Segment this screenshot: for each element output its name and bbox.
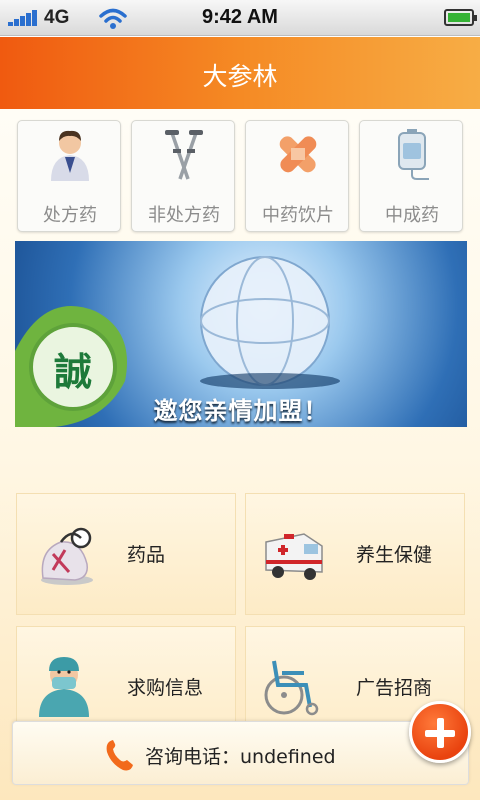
menu-label: 药品: [127, 544, 166, 566]
add-button[interactable]: [409, 701, 471, 763]
iv-bag-icon: [398, 129, 429, 180]
category-label: 处方药: [43, 205, 97, 226]
bandage-icon: [279, 136, 317, 173]
category-label: 中成药: [385, 205, 439, 226]
category-prescription[interactable]: 处方药: [17, 120, 121, 232]
menu-label: 养生保健: [356, 544, 433, 566]
menu-label: 广告招商: [356, 677, 433, 699]
medicine-bag-icon: [41, 527, 93, 585]
battery-icon: [444, 9, 477, 26]
status-bar: 4G 9:42 AM: [0, 0, 480, 36]
crutches-icon: [165, 130, 203, 180]
status-time: 9:42 AM: [202, 6, 278, 28]
menu-card-medicine[interactable]: 药品: [16, 493, 236, 615]
wheelchair-icon: [264, 660, 319, 716]
menu-card-health[interactable]: 养生保健: [245, 493, 465, 615]
doctor-icon: [51, 130, 89, 181]
banner-text: 邀您亲情加盟！: [153, 397, 329, 425]
phone-icon: [106, 740, 133, 771]
surgeon-icon: [39, 657, 89, 717]
category-herbal-slices[interactable]: 中药饮片: [245, 120, 349, 232]
category-otc[interactable]: 非处方药: [131, 120, 235, 232]
promo-banner[interactable]: 誠 邀您亲情加盟！: [15, 241, 467, 427]
ambulance-icon: [265, 533, 323, 580]
category-patent-medicine[interactable]: 中成药: [359, 120, 463, 232]
category-label: 中药饮片: [262, 205, 334, 226]
main-content: 处方药 非处方药 中药饮片 中成药 誠 邀您亲情加盟！ 药品 养生保健 求购信息…: [0, 109, 480, 800]
consult-phone-label: 咨询电话：undefined: [145, 746, 336, 768]
menu-label: 求购信息: [127, 677, 204, 699]
page-title: 大参林: [202, 62, 278, 91]
banner-emblem: 誠: [53, 349, 92, 394]
title-bar: 大参林: [0, 37, 480, 109]
consult-phone-bar[interactable]: 咨询电话：undefined: [12, 721, 469, 785]
category-label: 非处方药: [148, 205, 220, 226]
